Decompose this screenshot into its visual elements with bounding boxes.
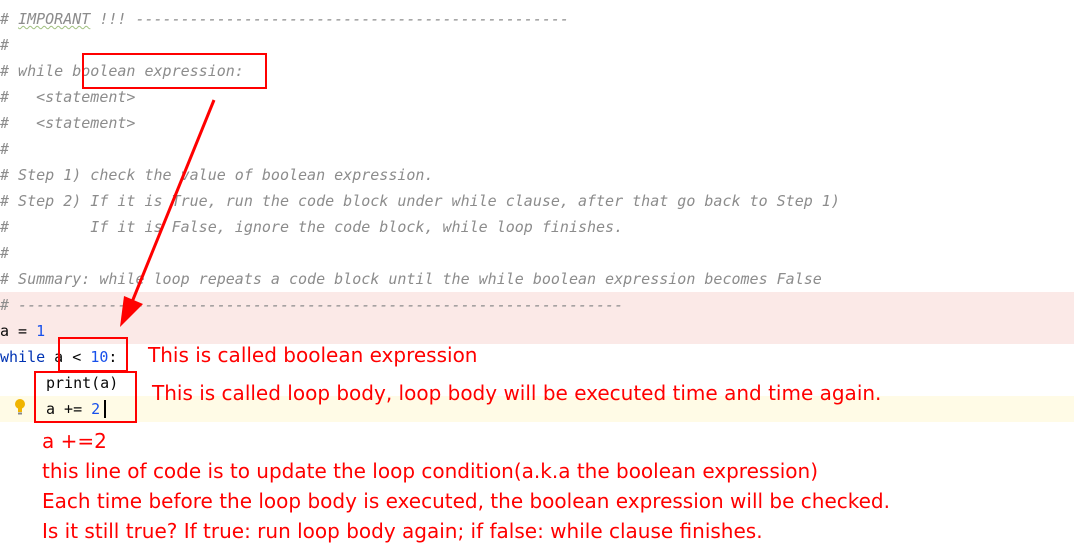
annotation-boolean-expression: This is called boolean expression (148, 343, 478, 367)
annotation-note-3: Each time before the loop body is execut… (42, 489, 890, 513)
annotation-note-4: Is it still true? If true: run loop body… (42, 519, 763, 543)
annotation-note-1: a +=2 (42, 429, 107, 453)
annotation-loop-body: This is called loop body, loop body will… (152, 381, 882, 405)
annotation-note-2: this line of code is to update the loop … (42, 459, 819, 483)
